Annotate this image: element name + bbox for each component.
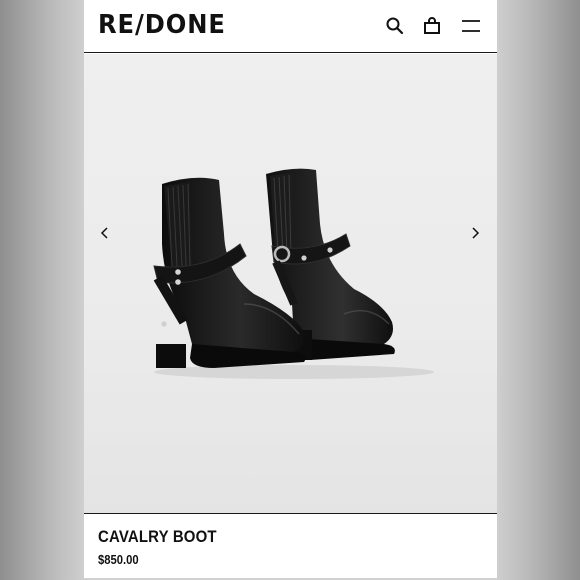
product-image-carousel[interactable]	[84, 54, 497, 514]
blurred-background-right	[496, 0, 580, 580]
product-page: RE/DONE CAVALRY BOOT $850.00	[84, 0, 497, 580]
product-image	[153, 168, 434, 379]
cart-button[interactable]	[422, 16, 442, 36]
chevron-left-icon	[100, 227, 108, 239]
blurred-background-left	[0, 0, 84, 580]
search-button[interactable]	[385, 16, 405, 36]
previous-image-button[interactable]	[98, 226, 112, 240]
brand-logo[interactable]: RE/DONE	[98, 10, 226, 40]
chevron-right-icon	[472, 227, 480, 239]
bag-icon	[424, 17, 440, 34]
menu-button[interactable]	[461, 16, 481, 36]
next-image-button[interactable]	[468, 226, 482, 240]
menu-icon	[462, 20, 480, 32]
product-title[interactable]: CAVALRY BOOT	[98, 527, 217, 547]
search-icon	[386, 17, 404, 35]
product-info: CAVALRY BOOT $850.00	[98, 527, 233, 567]
product-price: $850.00	[98, 553, 139, 567]
site-header: RE/DONE	[84, 0, 497, 53]
